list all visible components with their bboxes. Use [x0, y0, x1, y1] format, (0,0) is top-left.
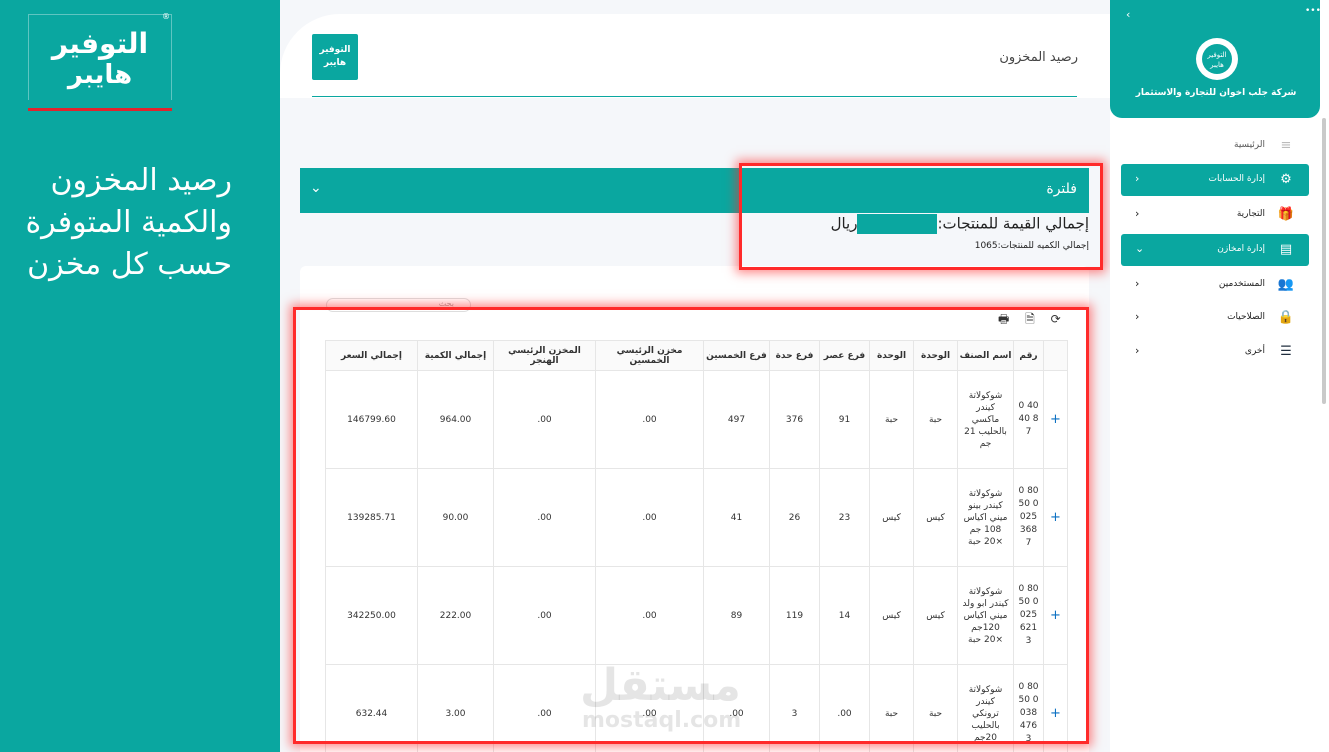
chevron-down-icon: ⌄	[1135, 242, 1145, 255]
sidebar-item-other[interactable]: ☰ أخرى ‹	[1121, 336, 1309, 368]
brand-logo: التوفير هايبر	[28, 14, 172, 100]
users-icon: 👥	[1277, 277, 1295, 292]
sidebar-item-users[interactable]: 👥 المستخدمين ‹	[1121, 269, 1309, 301]
sidebar-item-home[interactable]: ≡ الرئيسية	[1121, 130, 1309, 162]
registered-mark: ®	[162, 12, 170, 21]
promo-panel: التوفير هايبر ® رصيد المخزون والكمية الم…	[0, 0, 276, 752]
sidebar-item-label: الصلاحيات	[1227, 312, 1265, 322]
topbar-divider	[312, 96, 1077, 97]
sidebar-item-label: أخرى	[1244, 346, 1265, 356]
summary-highlight	[739, 163, 1103, 270]
chevron-left-icon: ‹	[1135, 277, 1140, 290]
sidebar-item-label: إدارة الحسابات	[1208, 174, 1265, 184]
sidebar-item-label: إدارة امخازن	[1217, 244, 1265, 254]
sidebar-item-warehouses[interactable]: ▤ إدارة امخازن ⌄	[1121, 234, 1309, 266]
chevron-down-icon: ⌄	[310, 180, 322, 196]
promo-title: رصيد المخزون والكمية المتوفرة حسب كل مخز…	[25, 163, 232, 282]
brand-logo-line1: التوفير	[51, 27, 149, 60]
promo-divider	[28, 108, 172, 111]
chevron-left-icon: ‹	[1135, 310, 1140, 323]
sidebar-header: ‹ ••• التوفير هايبر شركة جلب اخوان للتجا…	[1110, 0, 1321, 118]
avatar-logo: التوفير هايبر	[1202, 44, 1232, 74]
page-title: رصيد المخزون	[999, 50, 1078, 65]
chevron-left-icon: ‹	[1135, 207, 1140, 220]
sidebar-item-label: الرئيسية	[1234, 140, 1265, 150]
avatar[interactable]: التوفير هايبر	[1196, 38, 1238, 80]
topbar: التوفير هايبر رصيد المخزون	[280, 14, 1110, 98]
warehouse-icon: ▤	[1279, 242, 1293, 257]
gears-icon: ⚙	[1280, 172, 1292, 187]
sidebar-item-commercial[interactable]: 🎁 التجارية ‹	[1121, 199, 1309, 231]
topbar-logo[interactable]: التوفير هايبر	[312, 34, 358, 80]
sidebar: ‹ ••• التوفير هايبر شركة جلب اخوان للتجا…	[1110, 0, 1329, 752]
company-name: شركة جلب اخوان للتجارة والاستثمار	[1135, 88, 1297, 98]
sidebar-item-permissions[interactable]: 🔒 الصلاحيات ‹	[1121, 302, 1309, 334]
brand-logo-line2: هايبر	[67, 60, 133, 90]
sidebar-item-accounts[interactable]: ⚙ إدارة الحسابات ‹	[1121, 164, 1309, 196]
chevron-left-icon: ‹	[1135, 172, 1140, 185]
sidebar-scrollbar[interactable]	[1322, 118, 1326, 404]
sidebar-item-label: المستخدمين	[1218, 279, 1265, 289]
lock-icon: 🔒	[1277, 310, 1295, 325]
sidebar-item-label: التجارية	[1236, 209, 1265, 219]
table-highlight	[293, 307, 1089, 744]
menu-icon: ≡	[1280, 138, 1292, 153]
chevron-left-icon: ‹	[1135, 344, 1140, 357]
gift-icon: 🎁	[1277, 207, 1295, 222]
list-icon: ☰	[1280, 344, 1292, 359]
more-icon[interactable]: •••	[1305, 6, 1321, 16]
collapse-icon[interactable]: ‹	[1126, 8, 1130, 21]
